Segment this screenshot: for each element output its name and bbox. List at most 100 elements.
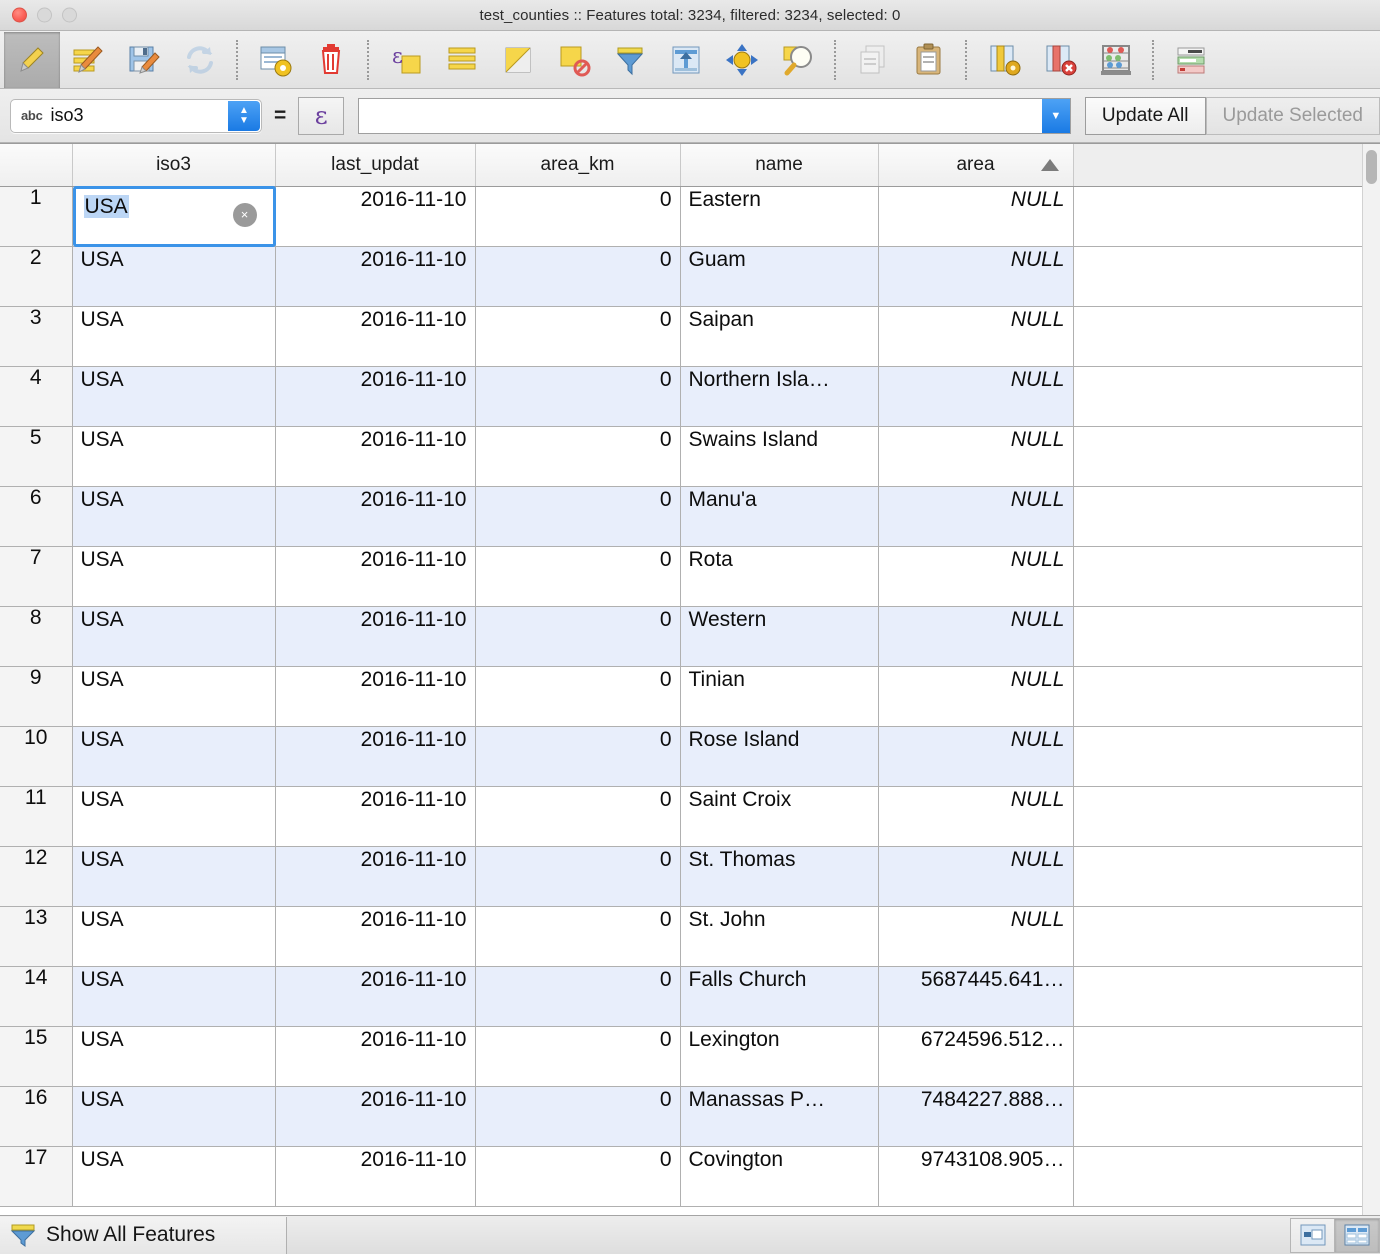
cell-area[interactable]: NULL (878, 546, 1074, 607)
table-row[interactable]: 2 USA 2016-11-10 0 Guam NULL (0, 246, 1362, 307)
cell-iso3[interactable]: USA (72, 1086, 276, 1147)
cell-area[interactable]: NULL (878, 906, 1074, 967)
cell-area[interactable]: NULL (878, 186, 1074, 247)
row-number-cell[interactable]: 14 (0, 966, 73, 1027)
clear-field-icon[interactable]: × (232, 202, 257, 227)
select-all-button[interactable] (434, 32, 490, 88)
cell-area-km[interactable]: 0 (475, 1026, 681, 1087)
cell-iso3[interactable]: USA (72, 1146, 276, 1207)
cell-area-km[interactable]: 0 (475, 486, 681, 547)
cell-name[interactable]: Western (680, 606, 879, 667)
table-row[interactable]: 1 USA × 2016-11-10 0 Eastern NULL (0, 185, 1362, 247)
cell-iso3[interactable]: USA (72, 606, 276, 667)
cell-last-updat[interactable]: 2016-11-10 (275, 426, 476, 487)
cell-name[interactable]: St. Thomas (680, 846, 879, 907)
cell-last-updat[interactable]: 2016-11-10 (275, 846, 476, 907)
cell-name[interactable]: Manu'a (680, 486, 879, 547)
cell-name[interactable]: Rota (680, 546, 879, 607)
cell-iso3[interactable]: USA (72, 426, 276, 487)
cell-iso3[interactable]: USA × (72, 185, 276, 247)
cell-name[interactable]: Guam (680, 246, 879, 307)
paste-features-button[interactable] (901, 32, 957, 88)
row-number-cell[interactable]: 15 (0, 1026, 73, 1087)
open-expression-builder-button[interactable]: ε (298, 96, 345, 135)
cell-area-km[interactable]: 0 (475, 246, 681, 307)
cell-area[interactable]: NULL (878, 486, 1074, 547)
cell-name[interactable]: Manassas P… (680, 1086, 879, 1147)
chevron-updown-icon[interactable]: ▲ ▼ (228, 100, 260, 131)
minimize-button[interactable] (37, 7, 52, 23)
reload-table-button[interactable] (172, 32, 228, 88)
filter-features-button[interactable] (602, 32, 658, 88)
cell-iso3[interactable]: USA (72, 846, 276, 907)
row-number-cell[interactable]: 4 (0, 366, 73, 427)
cell-area[interactable]: NULL (878, 666, 1074, 727)
column-header-area[interactable]: area (878, 144, 1074, 187)
cell-last-updat[interactable]: 2016-11-10 (275, 546, 476, 607)
cell-iso3[interactable]: USA (72, 486, 276, 547)
show-all-features-button[interactable]: Show All Features (0, 1216, 287, 1254)
row-number-cell[interactable]: 8 (0, 606, 73, 667)
cell-iso3[interactable]: USA (72, 786, 276, 847)
cell-name[interactable]: Swains Island (680, 426, 879, 487)
select-all-corner-header[interactable] (0, 144, 73, 187)
cell-name[interactable]: Eastern (680, 186, 879, 247)
cell-name[interactable]: Saint Croix (680, 786, 879, 847)
cell-area[interactable]: NULL (878, 366, 1074, 427)
cell-last-updat[interactable]: 2016-11-10 (275, 186, 476, 247)
cell-area-km[interactable]: 0 (475, 906, 681, 967)
conditional-formatting-button[interactable] (1163, 32, 1219, 88)
value-input-combo[interactable]: ▼ (358, 97, 1071, 134)
field-calculator-button[interactable] (1088, 32, 1144, 88)
cell-iso3[interactable]: USA (72, 366, 276, 427)
delete-selected-button[interactable] (303, 32, 359, 88)
row-number-cell[interactable]: 7 (0, 546, 73, 607)
cell-iso3[interactable]: USA (72, 666, 276, 727)
column-header-iso3[interactable]: iso3 (72, 144, 276, 187)
cell-last-updat[interactable]: 2016-11-10 (275, 606, 476, 667)
table-row[interactable]: 3 USA 2016-11-10 0 Saipan NULL (0, 306, 1362, 367)
table-row[interactable]: 4 USA 2016-11-10 0 Northern Isla… NULL (0, 366, 1362, 427)
table-row[interactable]: 7 USA 2016-11-10 0 Rota NULL (0, 546, 1362, 607)
cell-iso3[interactable]: USA (72, 306, 276, 367)
cell-last-updat[interactable]: 2016-11-10 (275, 306, 476, 367)
invert-selection-button[interactable] (490, 32, 546, 88)
table-row[interactable]: 16 USA 2016-11-10 0 Manassas P… 7484227.888… (0, 1086, 1362, 1147)
add-feature-button[interactable] (247, 32, 303, 88)
delete-column-button[interactable] (1032, 32, 1088, 88)
row-number-cell[interactable]: 17 (0, 1146, 73, 1207)
table-row[interactable]: 12 USA 2016-11-10 0 St. Thomas NULL (0, 846, 1362, 907)
cell-area-km[interactable]: 0 (475, 426, 681, 487)
cell-area-km[interactable]: 0 (475, 846, 681, 907)
cell-iso3[interactable]: USA (72, 246, 276, 307)
cell-iso3[interactable]: USA (72, 1026, 276, 1087)
cell-area-km[interactable]: 0 (475, 606, 681, 667)
cell-last-updat[interactable]: 2016-11-10 (275, 486, 476, 547)
table-row[interactable]: 5 USA 2016-11-10 0 Swains Island NULL (0, 426, 1362, 487)
cell-area[interactable]: NULL (878, 426, 1074, 487)
row-number-cell[interactable]: 16 (0, 1086, 73, 1147)
cell-editor[interactable]: USA × (72, 185, 276, 247)
cell-last-updat[interactable]: 2016-11-10 (275, 906, 476, 967)
cell-name[interactable]: Falls Church (680, 966, 879, 1027)
cell-area[interactable]: NULL (878, 246, 1074, 307)
toggle-editing-button[interactable] (4, 31, 60, 88)
row-number-cell[interactable]: 12 (0, 846, 73, 907)
save-edits-button[interactable] (116, 32, 172, 88)
row-number-cell[interactable]: 5 (0, 426, 73, 487)
cell-iso3[interactable]: USA (72, 546, 276, 607)
cell-area[interactable]: 7484227.888… (878, 1086, 1074, 1147)
cell-area[interactable]: NULL (878, 786, 1074, 847)
cell-last-updat[interactable]: 2016-11-10 (275, 1026, 476, 1087)
cell-area[interactable]: NULL (878, 846, 1074, 907)
cell-name[interactable]: Tinian (680, 666, 879, 727)
table-row[interactable]: 15 USA 2016-11-10 0 Lexington 6724596.512… (0, 1026, 1362, 1087)
cell-last-updat[interactable]: 2016-11-10 (275, 366, 476, 427)
cell-name[interactable]: Covington (680, 1146, 879, 1207)
row-number-cell[interactable]: 3 (0, 306, 73, 367)
pan-to-selected-button[interactable] (714, 32, 770, 88)
cell-name[interactable]: Rose Island (680, 726, 879, 787)
select-by-expression-button[interactable]: ε (378, 32, 434, 88)
cell-last-updat[interactable]: 2016-11-10 (275, 1086, 476, 1147)
update-selected-button[interactable]: Update Selected (1205, 96, 1380, 135)
